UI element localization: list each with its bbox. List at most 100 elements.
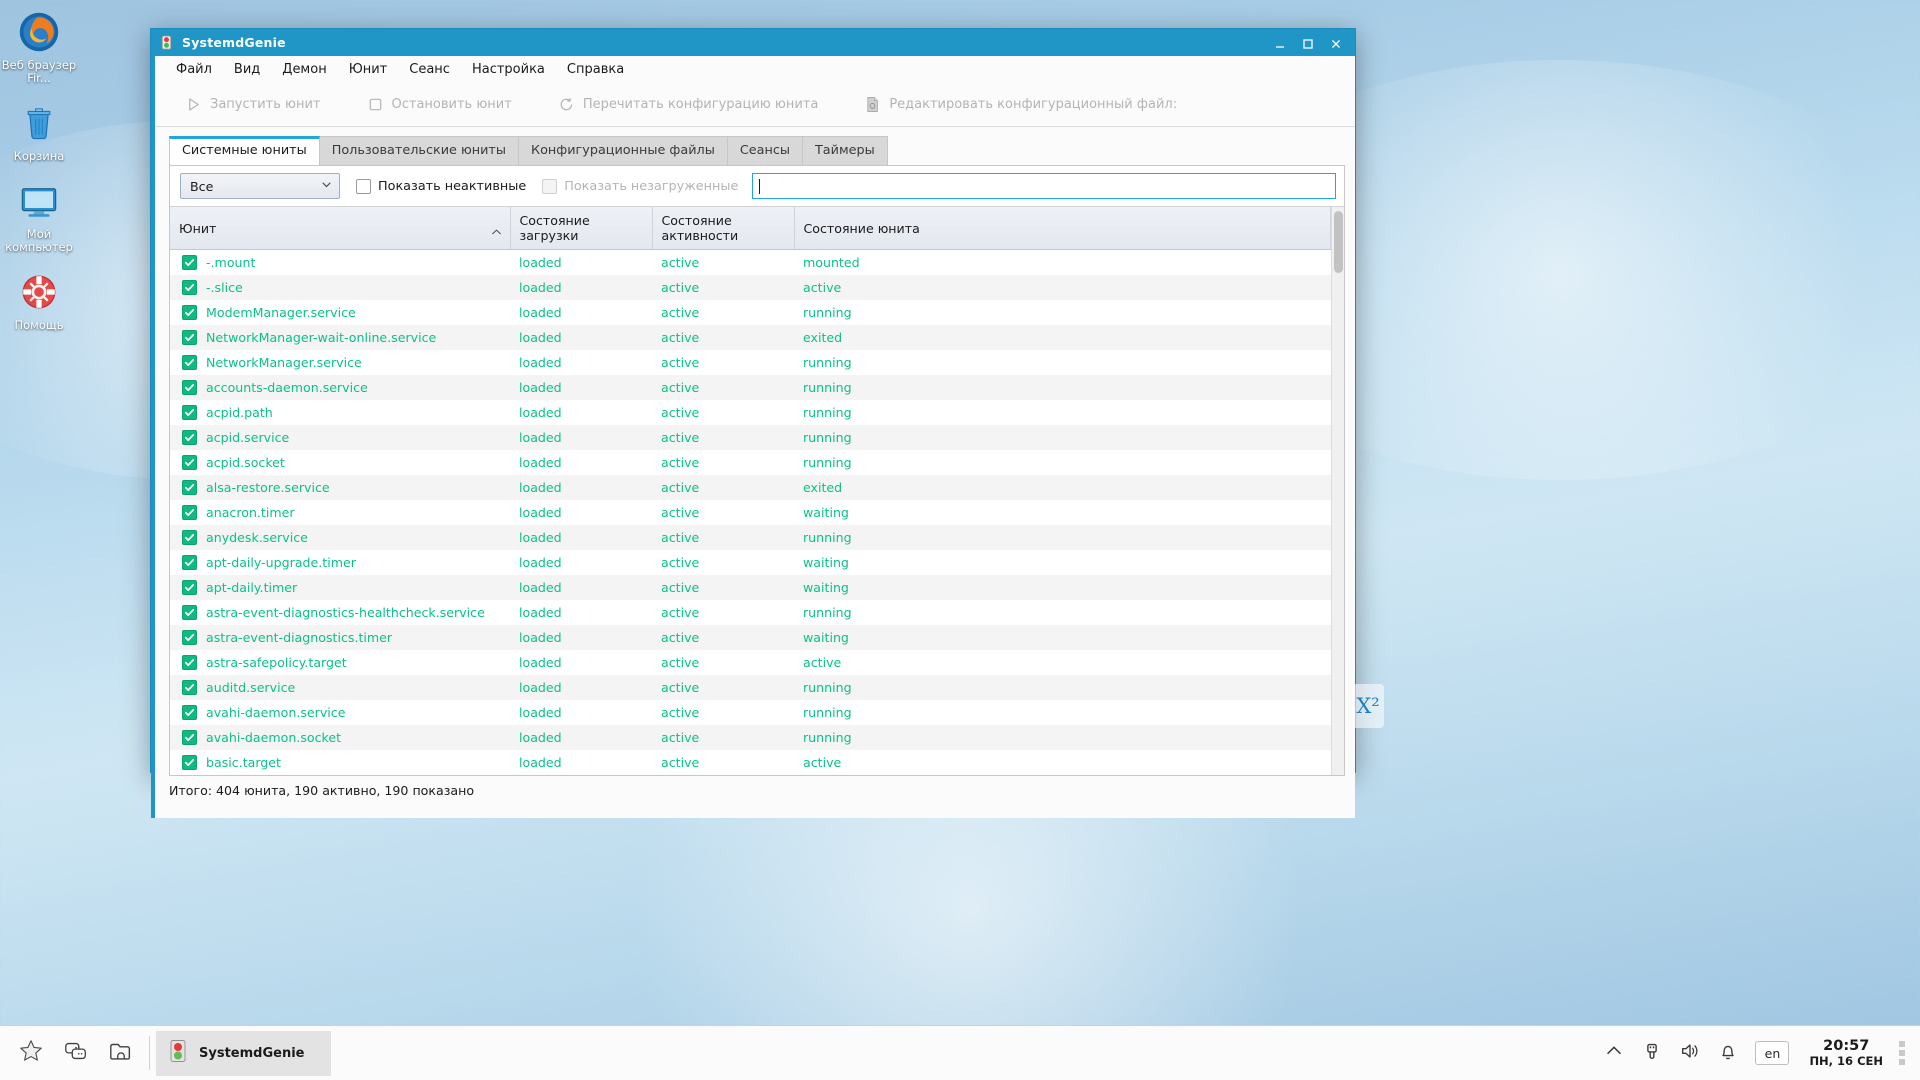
column-header-unit-state[interactable]: Состояние юнита xyxy=(794,207,1331,250)
row-checkbox[interactable] xyxy=(182,604,197,620)
row-checkbox[interactable] xyxy=(182,579,197,595)
column-header-unit[interactable]: Юнит xyxy=(170,207,511,250)
row-checkbox[interactable] xyxy=(182,379,197,395)
row-checkbox[interactable] xyxy=(182,729,197,745)
cell-load-state: loaded xyxy=(519,580,562,595)
menu-help[interactable]: Справка xyxy=(556,59,635,80)
desktop-icon-computer[interactable]: Мой компьютер xyxy=(0,177,78,254)
tab-system-units[interactable]: Системные юниты xyxy=(169,136,320,165)
table-row[interactable]: apt-daily.timer loaded active waiting xyxy=(170,575,1331,600)
tray-notifications-button[interactable] xyxy=(1709,1030,1747,1076)
scrollbar-thumb[interactable] xyxy=(1334,211,1343,273)
row-checkbox[interactable] xyxy=(182,554,197,570)
stop-unit-button[interactable]: Остановить юнит xyxy=(355,92,524,117)
tab-user-units[interactable]: Пользовательские юниты xyxy=(318,136,519,165)
row-checkbox[interactable] xyxy=(182,679,197,695)
menu-daemon[interactable]: Демон xyxy=(271,59,337,80)
table-row[interactable]: auditd.service loaded active running xyxy=(170,675,1331,700)
taskbar-grip-handle[interactable] xyxy=(1895,1041,1912,1065)
unit-name: astra-event-diagnostics.timer xyxy=(206,629,393,645)
table-row[interactable]: acpid.service loaded active running xyxy=(170,425,1331,450)
language-switcher[interactable]: en xyxy=(1755,1041,1790,1065)
table-row[interactable]: -.slice loaded active active xyxy=(170,275,1331,300)
table-row[interactable]: alsa-restore.service loaded active exited xyxy=(170,475,1331,500)
cell-unit-state: running xyxy=(803,530,852,545)
menu-session[interactable]: Сеанс xyxy=(398,59,461,80)
desktop-icon-firefox[interactable]: Веб браузер Fir... xyxy=(0,8,78,85)
file-manager-button[interactable] xyxy=(98,1031,143,1076)
table-row[interactable]: astra-safepolicy.target loaded active activ… xyxy=(170,650,1331,675)
row-checkbox[interactable] xyxy=(182,254,197,270)
row-checkbox[interactable] xyxy=(182,279,197,295)
row-checkbox[interactable] xyxy=(182,354,197,370)
show-unloaded-label: Показать незагруженные xyxy=(564,178,739,194)
reload-unit-config-button[interactable]: Перечитать конфигурацию юнита xyxy=(546,92,830,117)
row-checkbox[interactable] xyxy=(182,479,197,495)
show-inactive-checkbox[interactable]: Показать неактивные xyxy=(356,178,526,194)
cell-active-state: active xyxy=(661,605,700,620)
sort-ascending-icon xyxy=(491,224,501,235)
menu-file[interactable]: Файл xyxy=(165,59,223,80)
search-input[interactable] xyxy=(752,173,1336,199)
table-row[interactable]: astra-event-diagnostics.timer loaded activ… xyxy=(170,625,1331,650)
desktop-icon-help[interactable]: Помощь xyxy=(0,268,78,332)
tray-expand-button[interactable] xyxy=(1595,1030,1633,1076)
menubar: Файл Вид Демон Юнит Сеанс Настройка Спра… xyxy=(155,56,1355,83)
column-header-load-state[interactable]: Состояние загрузки xyxy=(510,207,653,250)
table-row[interactable]: -.mount loaded active mounted xyxy=(170,249,1331,275)
minimize-button[interactable] xyxy=(1273,36,1287,50)
row-checkbox[interactable] xyxy=(182,754,197,770)
show-desktop-icon xyxy=(63,1038,89,1068)
row-checkbox[interactable] xyxy=(182,454,197,470)
menu-settings[interactable]: Настройка xyxy=(461,59,556,80)
column-header-active-state[interactable]: Состояние активности xyxy=(652,207,795,250)
tab-timers[interactable]: Таймеры xyxy=(801,136,888,165)
vertical-scrollbar[interactable] xyxy=(1331,207,1344,775)
row-checkbox[interactable] xyxy=(182,429,197,445)
table-row[interactable]: astra-event-diagnostics-healthcheck.serv… xyxy=(170,600,1331,625)
row-checkbox[interactable] xyxy=(182,704,197,720)
row-checkbox[interactable] xyxy=(182,504,197,520)
table-row[interactable]: ModemManager.service loaded active running xyxy=(170,300,1331,325)
table-row[interactable]: NetworkManager.service loaded active runnin… xyxy=(170,350,1331,375)
table-row[interactable]: basic.target loaded active active xyxy=(170,750,1331,775)
menu-unit[interactable]: Юнит xyxy=(338,59,399,80)
table-row[interactable]: avahi-daemon.service loaded active running xyxy=(170,700,1331,725)
clock[interactable]: 20:57 ПН, 16 СЕН xyxy=(1797,1038,1895,1068)
row-checkbox[interactable] xyxy=(182,529,197,545)
tray-usb-button[interactable] xyxy=(1633,1030,1671,1076)
unit-type-select[interactable]: Все xyxy=(180,173,340,199)
tray-volume-button[interactable] xyxy=(1671,1030,1709,1076)
row-checkbox[interactable] xyxy=(182,304,197,320)
start-unit-button[interactable]: Запустить юнит xyxy=(173,92,333,117)
table-row[interactable]: acpid.socket loaded active running xyxy=(170,450,1331,475)
show-desktop-button[interactable] xyxy=(53,1031,98,1076)
tab-config-files[interactable]: Конфигурационные файлы xyxy=(517,136,728,165)
row-checkbox[interactable] xyxy=(182,329,197,345)
table-row[interactable]: anydesk.service loaded active running xyxy=(170,525,1331,550)
cell-unit: anydesk.service xyxy=(170,525,510,550)
tab-sessions[interactable]: Сеансы xyxy=(726,136,803,165)
window-titlebar[interactable]: SystemdGenie xyxy=(151,29,1355,56)
taskbar-task-systemdgenie[interactable]: SystemdGenie xyxy=(156,1030,331,1076)
row-checkbox[interactable] xyxy=(182,629,197,645)
cell-load-state: loaded xyxy=(519,705,562,720)
table-row[interactable]: avahi-daemon.socket loaded active running xyxy=(170,725,1331,750)
row-checkbox[interactable] xyxy=(182,654,197,670)
desktop-icon-trash[interactable]: Корзина xyxy=(0,99,78,163)
cell-active-state: active xyxy=(661,255,700,270)
table-row[interactable]: anacron.timer loaded active waiting xyxy=(170,500,1331,525)
unit-name: auditd.service xyxy=(206,679,296,695)
table-row[interactable]: accounts-daemon.service loaded active runni… xyxy=(170,375,1331,400)
edit-config-file-button[interactable]: Редактировать конфигурационный файл: xyxy=(852,92,1189,117)
unit-name: NetworkManager-wait-online.service xyxy=(206,329,437,345)
menu-view[interactable]: Вид xyxy=(223,59,271,80)
start-menu-button[interactable] xyxy=(8,1031,53,1076)
table-row[interactable]: NetworkManager-wait-online.service loaded… xyxy=(170,325,1331,350)
maximize-button[interactable] xyxy=(1301,36,1315,50)
desktop-widget-x2[interactable]: X² xyxy=(1352,684,1384,728)
table-row[interactable]: acpid.path loaded active running xyxy=(170,400,1331,425)
table-row[interactable]: apt-daily-upgrade.timer loaded active waiti… xyxy=(170,550,1331,575)
close-button[interactable] xyxy=(1329,36,1343,50)
row-checkbox[interactable] xyxy=(182,404,197,420)
